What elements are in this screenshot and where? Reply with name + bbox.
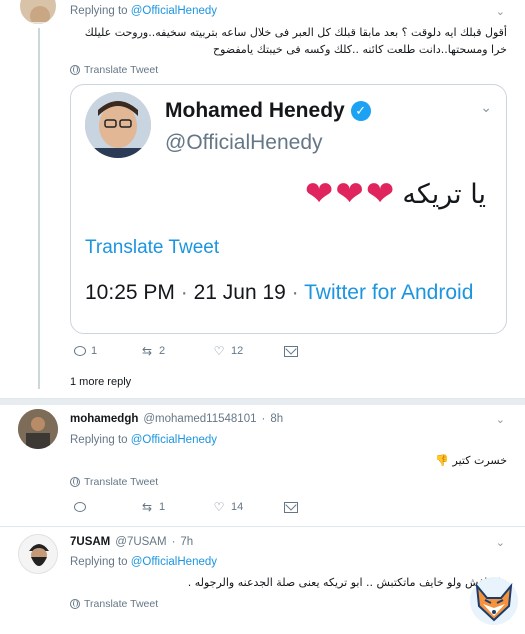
- reply-button[interactable]: 1: [74, 345, 140, 357]
- author-name[interactable]: 7USAM: [70, 536, 110, 548]
- verified-badge-icon: ✓: [350, 101, 371, 121]
- heart-icon: ❤: [335, 175, 364, 213]
- tweet-text: أقول قبلك ايه دلوقت ؟ بعد مابقا قبلك كل …: [84, 26, 507, 56]
- like-button[interactable]: ♡ 14: [212, 501, 284, 513]
- tweet-text: ماتخافش ولو خايف ماتكتبش .. ابو تريكه يع…: [187, 576, 507, 589]
- quoted-author-name[interactable]: Mohamed Henedy ✓: [165, 99, 371, 123]
- author-handle[interactable]: @mohamed11548101: [143, 413, 256, 425]
- heart-icon: ❤: [304, 175, 334, 213]
- reply-icon: [74, 346, 86, 356]
- replying-to-handle[interactable]: @OfficialHenedy: [131, 5, 217, 17]
- replying-to: Replying to @OfficialHenedy: [70, 5, 217, 17]
- section-separator: [0, 399, 525, 405]
- quoted-author-handle[interactable]: @OfficialHenedy: [165, 131, 323, 155]
- author-handle[interactable]: @7USAM: [115, 536, 166, 548]
- tweet-header: mohamedgh @mohamed11548101 · 8h: [70, 413, 284, 425]
- like-button[interactable]: ♡ 12: [212, 345, 284, 357]
- replying-to: Replying to @OfficialHenedy: [70, 434, 217, 446]
- avatar[interactable]: [18, 534, 58, 574]
- hearts-emoji: ❤ ❤ ❤: [305, 177, 395, 211]
- heart-outline-icon: ♡: [213, 500, 225, 514]
- translate-tweet[interactable]: Translate Tweet: [70, 598, 158, 610]
- globe-icon: [70, 599, 80, 609]
- quoted-tweet-card[interactable]: Mohamed Henedy ✓ @OfficialHenedy ⌄ يا تر…: [70, 84, 507, 334]
- globe-icon: [70, 477, 80, 487]
- retweet-button[interactable]: ⇆ 1: [140, 501, 212, 513]
- tweet-actions: ⇆ 1 ♡ 14: [74, 501, 298, 513]
- thread-connector: [38, 28, 40, 388]
- divider: [0, 526, 525, 527]
- quoted-translate-tweet[interactable]: Translate Tweet: [85, 237, 219, 259]
- retweet-icon: ⇆: [141, 344, 153, 358]
- chevron-down-icon[interactable]: ⌄: [496, 536, 505, 549]
- author-name[interactable]: mohamedgh: [70, 413, 138, 425]
- tweet-time[interactable]: 7h: [180, 536, 193, 548]
- globe-icon: [70, 65, 80, 75]
- heart-icon: ❤: [365, 175, 395, 213]
- replying-to-handle[interactable]: @OfficialHenedy: [131, 556, 217, 568]
- tweet-date[interactable]: 21 Jun 19: [194, 281, 286, 304]
- more-replies-link[interactable]: 1 more reply: [70, 376, 131, 388]
- tweet-header: 7USAM @7USAM · 7h: [70, 536, 194, 548]
- quoted-tweet-text: يا تريكه ❤ ❤ ❤: [304, 175, 486, 213]
- mail-icon: [284, 501, 298, 513]
- translate-tweet[interactable]: Translate Tweet: [70, 476, 158, 488]
- direct-message-button[interactable]: [284, 501, 298, 513]
- thread-dots: [38, 356, 40, 390]
- quoted-avatar[interactable]: [85, 92, 151, 158]
- chevron-down-icon[interactable]: ⌄: [480, 99, 492, 116]
- mail-icon: [284, 345, 298, 357]
- tweet-source[interactable]: Twitter for Android: [304, 281, 473, 304]
- fox-logo-icon: [470, 577, 518, 625]
- chevron-down-icon[interactable]: ⌄: [496, 5, 505, 18]
- retweet-icon: ⇆: [141, 500, 153, 514]
- separator: ·: [291, 281, 299, 304]
- replying-to-handle[interactable]: @OfficialHenedy: [131, 434, 217, 446]
- replying-to: Replying to @OfficialHenedy: [70, 556, 217, 568]
- separator: ·: [180, 281, 188, 304]
- heart-outline-icon: ♡: [213, 344, 225, 358]
- translate-tweet[interactable]: Translate Tweet: [70, 64, 158, 76]
- chevron-down-icon[interactable]: ⌄: [496, 413, 505, 426]
- avatar[interactable]: [18, 409, 58, 449]
- tweet-time[interactable]: 10:25 PM: [85, 281, 175, 304]
- avatar[interactable]: [18, 0, 58, 26]
- tweet-text: خسرت كتير 👎: [435, 454, 507, 467]
- quoted-tweet-meta: 10:25 PM · 21 Jun 19 · Twitter for Andro…: [85, 277, 495, 309]
- tweet-actions: 1 ⇆ 2 ♡ 12: [74, 345, 298, 357]
- reply-icon: [74, 502, 86, 512]
- tweet-time[interactable]: 8h: [270, 413, 283, 425]
- direct-message-button[interactable]: [284, 345, 298, 357]
- reply-button[interactable]: [74, 502, 140, 512]
- retweet-button[interactable]: ⇆ 2: [140, 345, 212, 357]
